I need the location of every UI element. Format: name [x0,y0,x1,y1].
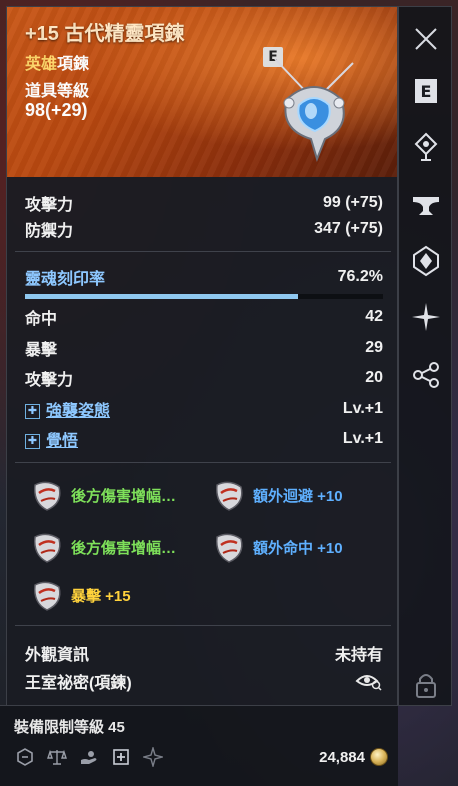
engraving-item[interactable]: 額外迴避 +10 [211,477,343,513]
stat-row: 命中 42 [25,305,383,329]
plus-box-icon [110,746,132,768]
soul-row: 靈魂刻印率 76.2% [25,265,383,289]
engraving-stone-icon [34,581,61,611]
share-button[interactable] [408,357,444,393]
engraving-stone-icon [216,533,243,563]
close-button[interactable] [408,21,444,57]
item-slot: 項鍊 [57,56,90,73]
item-grade: 英雄 [25,56,58,73]
engraving-text: 後方傷害增幅… [71,539,177,557]
stat-value: 42 [365,308,383,325]
stat-value: 99 (+75) [322,194,383,211]
necklace-icon [274,58,354,163]
plus-box-icon: ✚ [25,434,40,450]
stat-row: 攻擊力 20 [25,366,383,390]
gold-coin-icon [370,748,388,766]
e-key-icon: E [415,79,437,103]
lock-button[interactable] [408,667,444,703]
lock-icon [416,674,436,698]
plus-box-icon: ✚ [25,404,40,420]
tooltip-sidebar: E [398,6,452,706]
sparkle-icon [412,303,440,331]
soul-progress-bar [25,294,383,299]
engraving-text: 額外迴避 +10 [253,487,343,505]
stat-label: 攻擊力 [25,372,74,389]
soul-label: 靈魂刻印率 [25,271,106,288]
engraving-stone-icon [34,533,61,563]
location-icon [414,132,438,161]
divider [15,251,391,252]
appearance-name: 王室祕密(項鍊) [25,675,132,692]
stat-value: 20 [365,369,383,386]
stat-label: 防禦力 [25,223,74,240]
item-level-label: 道具等級 [25,83,90,100]
balance-icon [46,746,68,768]
trade-icon [14,746,36,768]
appearance-status: 未持有 [334,647,383,664]
divider [15,625,391,626]
stat-row: 防禦力 347 (+75) [25,217,383,241]
skill-name[interactable]: 覺悟 [46,433,78,450]
engraving-item[interactable]: 後方傷害增幅… [29,477,176,513]
svg-text:E: E [421,82,432,101]
stat-label: 命中 [25,311,58,328]
item-name: +15 古代精靈項鍊 [25,23,185,45]
stat-row: 攻擊力 99 (+75) [25,191,383,215]
anvil-button[interactable] [408,187,444,223]
crystal-button[interactable] [408,243,444,279]
engraving-item[interactable]: 暴擊 +15 [29,577,131,613]
e-key-button[interactable]: E [408,73,444,109]
sell-price: 24,884 [319,748,388,766]
engraving-stone-icon [216,481,243,511]
price-value: 24,884 [319,748,365,766]
skill-row[interactable]: ✚ 強襲姿態 Lv.+1 [25,397,383,421]
skill-level: Lv.+1 [342,400,383,417]
item-footer: 裝備限制等級 45 24,884 [0,705,398,786]
anvil-icon [413,197,439,215]
soul-value: 76.2% [337,268,383,285]
skill-name[interactable]: 強襲姿態 [46,403,110,420]
share-icon [413,362,439,388]
compass-icon [142,746,164,768]
engraving-item[interactable]: 額外命中 +10 [211,529,343,565]
item-header: +15 古代精靈項鍊 英雄項鍊 道具等級 98(+29) E [7,7,397,177]
engraving-text: 額外命中 +10 [253,539,343,557]
close-icon [415,28,437,50]
engraving-stone-icon [34,481,61,511]
item-tooltip: +15 古代精靈項鍊 英雄項鍊 道具等級 98(+29) E 攻擊力 99 (+… [6,6,398,706]
appearance-name-row: 王室祕密(項鍊) [25,669,383,693]
stat-label: 暴擊 [25,342,58,359]
preview-eye-icon[interactable] [355,671,383,691]
skill-row[interactable]: ✚ 覺悟 Lv.+1 [25,427,383,451]
stat-value: 347 (+75) [314,220,383,237]
item-grade-line: 英雄項鍊 [25,50,89,74]
footer-icon-bar [14,746,164,768]
hand-icon [78,746,100,768]
skill-level: Lv.+1 [342,430,383,447]
crystal-icon [413,245,439,277]
equip-requirement: 裝備限制等級 45 [14,719,125,736]
stat-value: 29 [365,339,383,356]
location-button[interactable] [408,129,444,165]
stat-row: 暴擊 29 [25,336,383,360]
engraving-item[interactable]: 後方傷害增幅… [29,529,176,565]
engraving-text: 暴擊 +15 [71,587,131,605]
soul-progress-fill [25,294,298,299]
item-level-value: 98(+29) [25,100,88,120]
appearance-row: 外觀資訊 未持有 [25,641,383,665]
divider [15,462,391,463]
engraving-text: 後方傷害增幅… [71,487,177,505]
sparkle-button[interactable] [408,299,444,335]
appearance-label: 外觀資訊 [25,647,90,664]
stat-label: 攻擊力 [25,197,74,214]
